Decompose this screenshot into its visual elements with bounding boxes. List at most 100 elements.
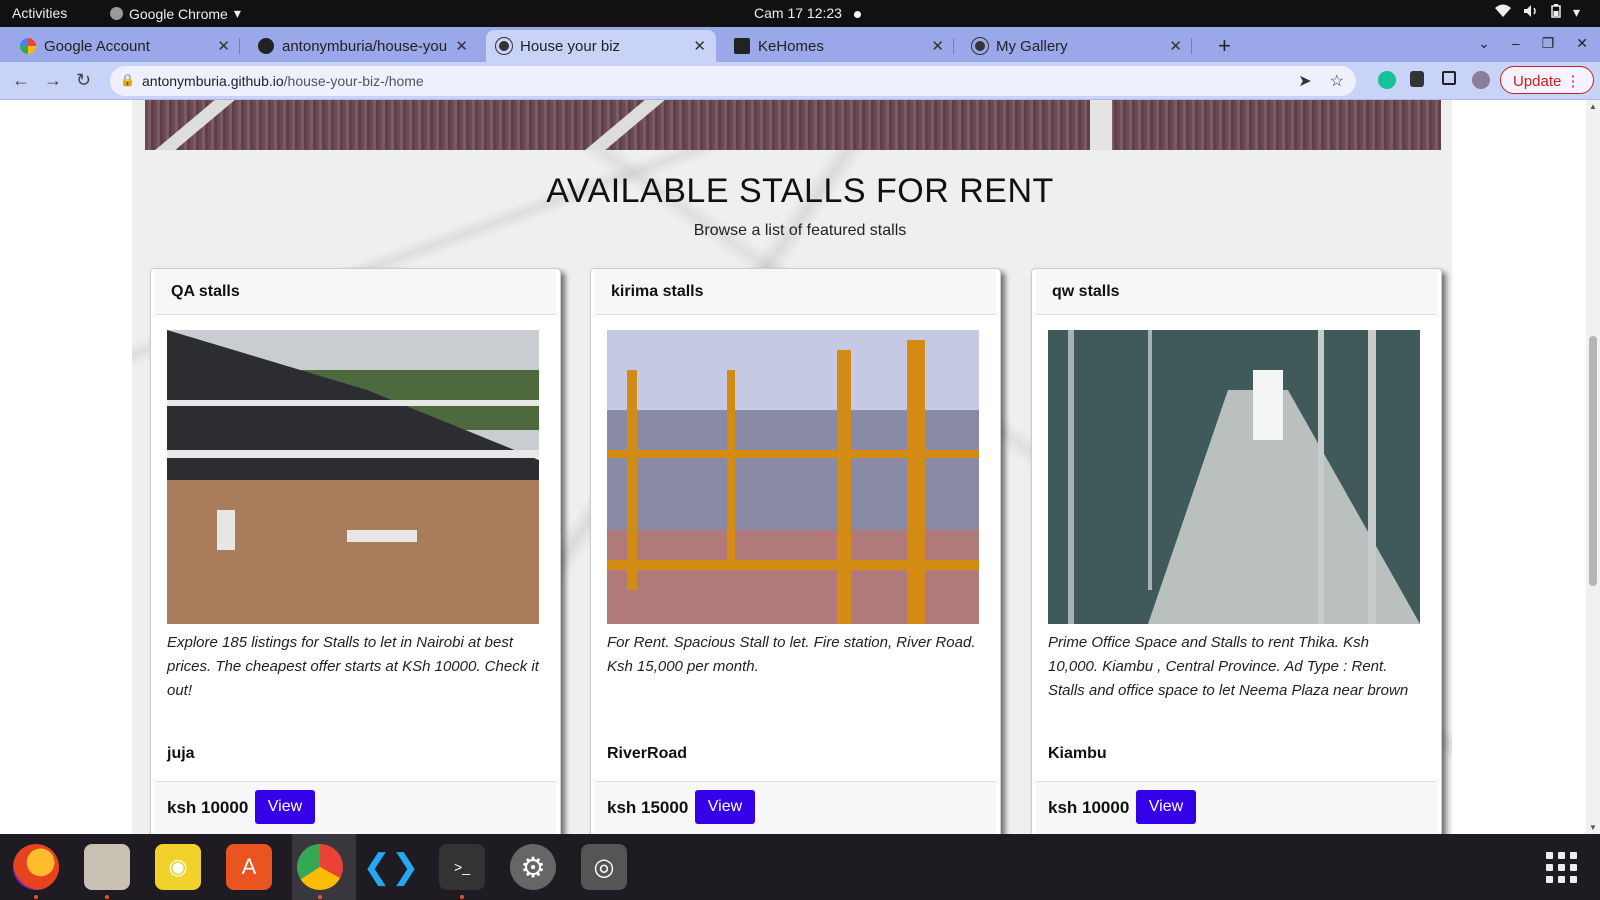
stall-price: ksh 15000 [607, 798, 689, 817]
stall-card-title: QA stalls [155, 269, 556, 315]
tab-separator [953, 38, 954, 54]
clock[interactable]: Cam 17 12:23 [754, 5, 861, 21]
stall-photo [167, 330, 539, 624]
page-viewport: AVAILABLE STALLS FOR RENT Browse a list … [0, 100, 1600, 834]
show-applications-icon[interactable] [1546, 852, 1577, 883]
stall-card-title: kirima stalls [595, 269, 996, 315]
chrome-icon [110, 7, 123, 20]
tab-title: Google Account [44, 37, 150, 55]
back-arrow-icon[interactable]: ← [12, 70, 30, 91]
close-window-icon[interactable]: ✕ [1576, 35, 1588, 52]
page-scrollbar[interactable]: ▲ ▼ [1586, 100, 1600, 834]
tab-title: House your biz [520, 37, 621, 55]
track-lane-line [155, 100, 235, 150]
system-tray[interactable]: ▾ [1494, 4, 1580, 21]
scrollbar-thumb[interactable] [1589, 336, 1597, 586]
globe-icon [496, 38, 512, 54]
activities-button[interactable]: Activities [12, 5, 67, 21]
tab-house-your-biz[interactable]: House your biz ✕ [486, 30, 716, 62]
vscode-icon[interactable]: ❮❯ [363, 844, 420, 890]
update-label: Update [1513, 73, 1562, 90]
tab-my-gallery[interactable]: My Gallery ✕ [962, 30, 1192, 62]
tab-title: KeHomes [758, 37, 824, 55]
chevron-down-icon: ▾ [233, 5, 241, 21]
url-path: /house-your-biz-/home [283, 73, 424, 89]
forward-arrow-icon[interactable]: → [44, 70, 62, 91]
maximize-icon[interactable]: ❐ [1542, 35, 1555, 52]
stall-photo [607, 330, 979, 624]
minimize-icon[interactable]: – [1512, 35, 1520, 52]
running-indicator [460, 895, 464, 899]
url-text[interactable]: antonymburia.github.io/house-your-biz-/h… [142, 73, 424, 89]
scroll-up-arrow-icon[interactable]: ▲ [1589, 102, 1597, 111]
running-indicator [318, 895, 322, 899]
volume-icon [1523, 4, 1539, 21]
tab-title: My Gallery [996, 37, 1068, 55]
notification-dot-icon [853, 10, 861, 18]
grammarly-extension-icon[interactable] [1378, 71, 1396, 89]
address-bar[interactable]: 🔒 antonymburia.github.io/house-your-biz-… [110, 66, 1356, 96]
extensions-puzzle-icon[interactable] [1410, 71, 1424, 87]
stall-location: juja [167, 745, 195, 762]
send-icon[interactable]: ➤ [1298, 71, 1311, 91]
side-panel-icon[interactable] [1442, 71, 1456, 85]
more-vert-icon: ⋮ [1565, 73, 1581, 90]
stall-card-footer: ksh 10000 View [155, 781, 556, 834]
disk-app-icon[interactable]: ◎ [581, 844, 627, 890]
system-menu-chevron-icon: ▾ [1572, 4, 1580, 20]
software-center-icon[interactable]: A [226, 844, 272, 890]
close-icon[interactable]: ✕ [217, 37, 230, 55]
stall-location: RiverRoad [607, 745, 688, 762]
tab-github-repo[interactable]: antonymburia/house-you ✕ [248, 30, 478, 62]
stall-card: qw stalls Prime Office Space and Stalls … [1031, 268, 1442, 834]
system-top-bar: Activities Google Chrome ▾ Cam 17 12:23 … [0, 0, 1600, 27]
terminal-icon[interactable]: >_ [439, 844, 485, 899]
angular-icon [734, 38, 750, 54]
google-icon [20, 38, 36, 54]
close-icon[interactable]: ✕ [931, 37, 944, 55]
close-icon[interactable]: ✕ [1169, 37, 1182, 55]
chrome-icon[interactable] [297, 844, 343, 899]
settings-gear-icon[interactable]: ⚙ [510, 844, 556, 890]
files-icon[interactable] [84, 844, 130, 899]
app-menu[interactable]: Google Chrome ▾ [110, 5, 241, 22]
track-lane-line [585, 100, 665, 150]
rhythmbox-icon[interactable]: ◉ [155, 844, 201, 890]
tab-search-chevron-icon[interactable]: ⌄ [1478, 35, 1490, 52]
view-button[interactable]: View [695, 790, 755, 824]
profile-avatar[interactable] [1472, 71, 1490, 89]
running-indicator [105, 895, 109, 899]
stall-card: QA stalls Explore 185 listings for Stall… [150, 268, 561, 834]
update-button[interactable]: Update ⋮ [1500, 66, 1594, 94]
reload-icon[interactable]: ↻ [76, 70, 91, 91]
app-menu-label: Google Chrome [129, 5, 228, 22]
lock-icon[interactable]: 🔒 [120, 73, 135, 87]
taskbar-dock: ◉ A ❮❯ >_ ⚙ ◎ [0, 834, 1600, 900]
tab-strip: Google Account ✕ antonymburia/house-you … [0, 27, 1600, 62]
scroll-down-arrow-icon[interactable]: ▼ [1589, 823, 1597, 832]
stall-price: ksh 10000 [1048, 798, 1130, 817]
stall-card-title: qw stalls [1036, 269, 1437, 315]
firefox-icon[interactable] [13, 844, 59, 899]
bookmark-star-icon[interactable]: ☆ [1330, 71, 1344, 91]
url-domain: antonymburia.github.io [142, 73, 284, 89]
page-title: AVAILABLE STALLS FOR RENT [546, 172, 1054, 210]
running-indicator [34, 895, 38, 899]
view-button[interactable]: View [1136, 790, 1196, 824]
github-icon [258, 38, 274, 54]
clock-label: Cam 17 12:23 [754, 5, 842, 21]
close-icon[interactable]: ✕ [455, 37, 468, 55]
globe-icon [972, 38, 988, 54]
close-icon[interactable]: ✕ [693, 37, 706, 55]
view-button[interactable]: View [255, 790, 315, 824]
stall-card-footer: ksh 15000 View [595, 781, 996, 834]
stall-price: ksh 10000 [167, 798, 249, 817]
hero-banner-image [145, 100, 1441, 150]
new-tab-icon[interactable]: + [1218, 33, 1231, 59]
browser-toolbar: ← → ↻ 🔒 antonymburia.github.io/house-you… [0, 62, 1600, 100]
track-lane-line [1090, 100, 1112, 150]
tab-title: antonymburia/house-you [282, 37, 448, 55]
tab-kehomes[interactable]: KeHomes ✕ [724, 30, 954, 62]
tab-google-account[interactable]: Google Account ✕ [10, 30, 240, 62]
stall-card: kirima stalls For Rent. Spacious Stall t… [590, 268, 1001, 834]
